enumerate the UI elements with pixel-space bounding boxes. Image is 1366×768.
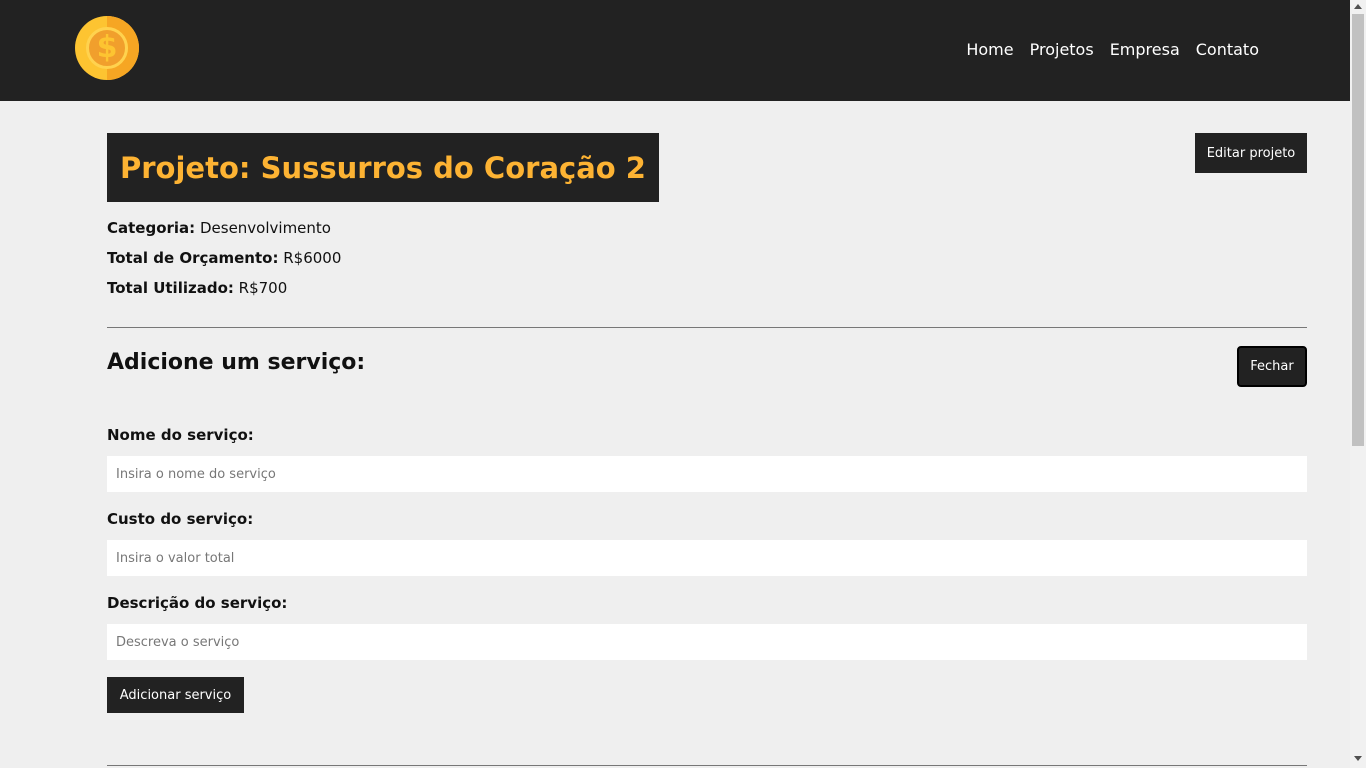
navbar: $ Home Projetos Empresa Contato xyxy=(0,0,1350,101)
used-value: R$700 xyxy=(238,279,288,297)
category-value: Desenvolvimento xyxy=(199,219,331,237)
close-button[interactable]: Fechar xyxy=(1237,346,1307,387)
service-cost-label: Custo do serviço: xyxy=(107,510,254,528)
service-cost-input[interactable] xyxy=(107,540,1307,576)
divider xyxy=(107,765,1307,766)
dollar-coin-icon[interactable]: $ xyxy=(75,16,139,80)
nav-home[interactable]: Home xyxy=(966,40,1013,59)
project-category: Categoria: Desenvolvimento xyxy=(107,219,331,237)
project-title-box: Projeto: Sussurros do Coração 2 xyxy=(107,133,659,202)
add-service-title: Adicione um serviço: xyxy=(107,350,366,375)
edit-project-button[interactable]: Editar projeto xyxy=(1195,133,1307,173)
project-title: Projeto: Sussurros do Coração 2 xyxy=(120,150,646,185)
category-label: Categoria: xyxy=(107,219,196,237)
project-used: Total Utilizado: R$700 xyxy=(107,279,287,297)
divider xyxy=(107,327,1307,328)
project-budget: Total de Orçamento: R$6000 xyxy=(107,249,341,267)
add-service-button[interactable]: Adicionar serviço xyxy=(107,677,244,713)
nav-projetos[interactable]: Projetos xyxy=(1030,40,1094,59)
service-description-input[interactable] xyxy=(107,624,1307,660)
service-name-input[interactable] xyxy=(107,456,1307,492)
scrollbar-thumb[interactable] xyxy=(1352,14,1364,446)
service-description-label: Descrição do serviço: xyxy=(107,594,288,612)
scroll-down-icon[interactable] xyxy=(1354,756,1362,761)
vertical-scrollbar[interactable] xyxy=(1350,0,1366,768)
nav-contato[interactable]: Contato xyxy=(1196,40,1259,59)
service-name-label: Nome do serviço: xyxy=(107,426,254,444)
budget-label: Total de Orçamento: xyxy=(107,249,279,267)
budget-value: R$6000 xyxy=(283,249,342,267)
dollar-sign-glyph: $ xyxy=(96,30,118,65)
nav-empresa[interactable]: Empresa xyxy=(1110,40,1180,59)
scroll-up-icon[interactable] xyxy=(1354,4,1362,9)
used-label: Total Utilizado: xyxy=(107,279,234,297)
main-nav: Home Projetos Empresa Contato xyxy=(966,40,1259,59)
